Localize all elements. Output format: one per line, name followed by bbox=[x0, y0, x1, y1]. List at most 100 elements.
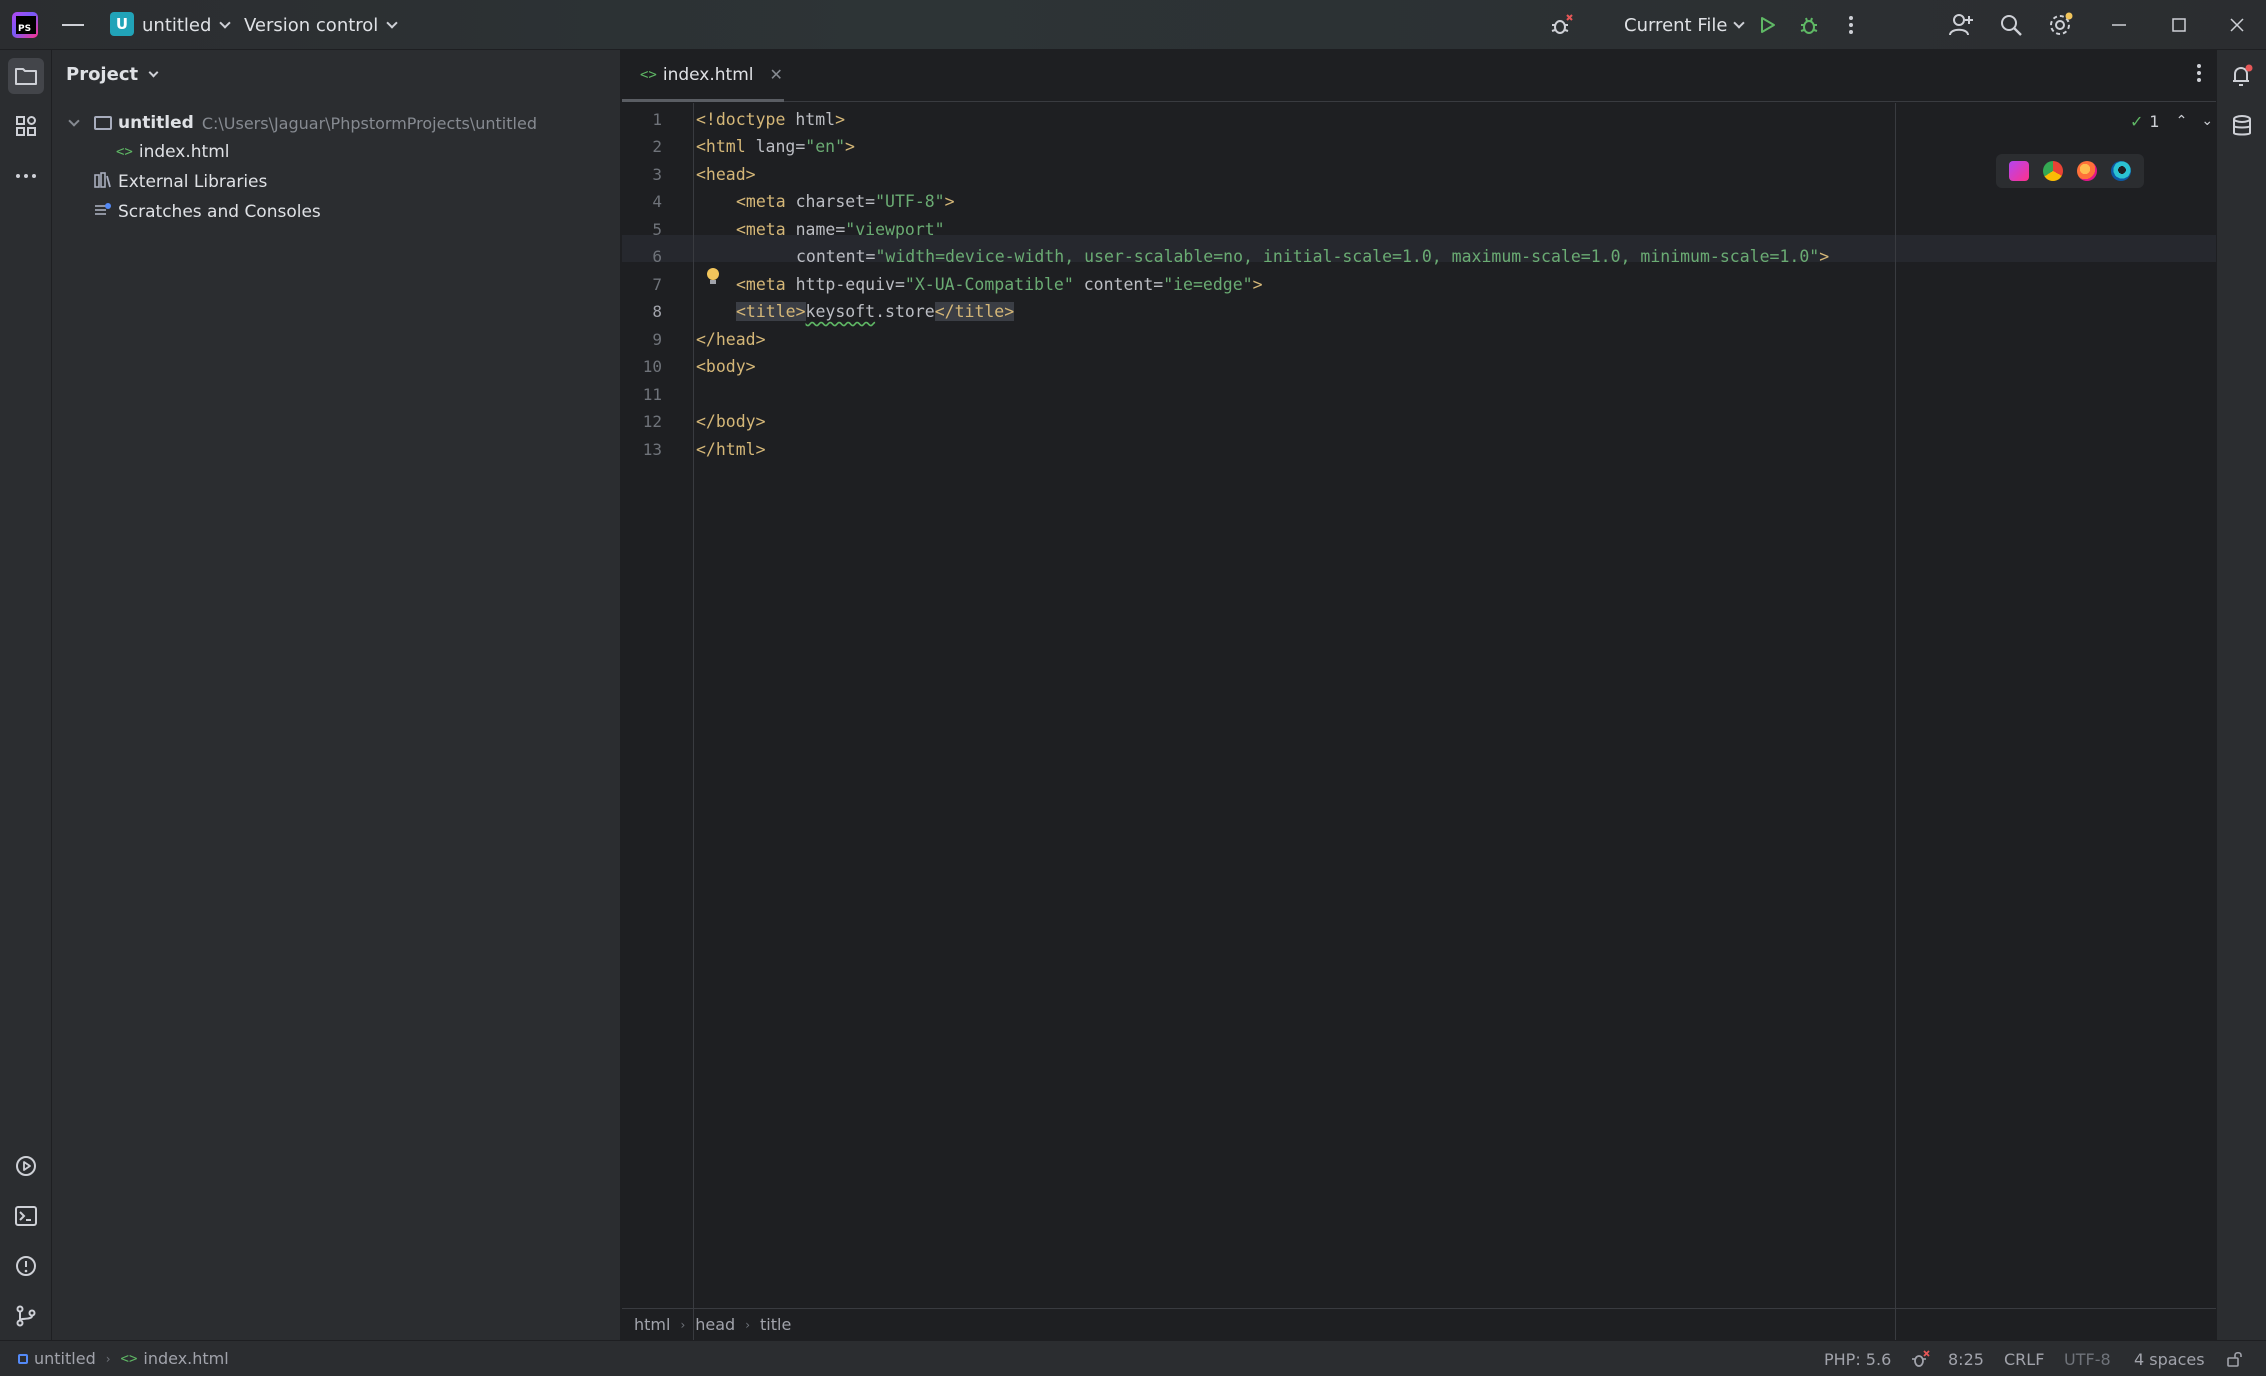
right-tool-strip bbox=[2216, 50, 2266, 1340]
maximize-icon[interactable] bbox=[2166, 12, 2192, 38]
code-line-3: <head> bbox=[696, 165, 756, 184]
html-file-icon: <> bbox=[116, 144, 133, 160]
code-editor[interactable]: <!doctype html> <html lang="en"> <head> … bbox=[696, 103, 2216, 1360]
git-tool-icon[interactable] bbox=[8, 1298, 44, 1334]
project-switcher[interactable]: untitled bbox=[142, 0, 232, 50]
debug-status-icon[interactable] bbox=[1910, 1341, 1930, 1376]
editor-tab-bar: <> index.html ✕ bbox=[622, 50, 2216, 102]
line-number-gutter[interactable]: 1 2 3 4 5 6 7 8 9 10 11 12 13 bbox=[622, 103, 694, 1360]
status-path-project[interactable]: untitled bbox=[34, 1349, 96, 1368]
chevron-up-icon[interactable]: ⌃ bbox=[2176, 113, 2188, 129]
tree-item-label: Scratches and Consoles bbox=[118, 202, 321, 222]
debug-icon[interactable] bbox=[1796, 12, 1822, 38]
code-line-7: <meta http-equiv="X-UA-Compatible" conte… bbox=[736, 275, 1263, 294]
line-number: 10 bbox=[642, 357, 662, 376]
browser-preview-bar bbox=[1996, 154, 2144, 188]
editor-area: <> index.html ✕ 1 2 3 4 5 6 7 8 9 10 11 … bbox=[622, 50, 2216, 1360]
project-panel-header[interactable]: Project bbox=[66, 64, 159, 85]
line-number: 13 bbox=[642, 440, 662, 459]
file-encoding[interactable]: UTF-8 bbox=[2064, 1341, 2111, 1376]
run-icon[interactable] bbox=[1754, 12, 1780, 38]
add-user-icon[interactable] bbox=[1948, 12, 1974, 38]
more-tools-icon[interactable] bbox=[8, 158, 44, 194]
tree-item-label: index.html bbox=[138, 142, 230, 162]
project-panel: Project untitled C:\Users\Jaguar\Phpstor… bbox=[52, 50, 621, 1340]
main-menu-icon[interactable] bbox=[62, 14, 84, 36]
php-version[interactable]: PHP: 5.6 bbox=[1824, 1341, 1891, 1376]
structure-tool-icon[interactable] bbox=[8, 108, 44, 144]
library-icon bbox=[94, 172, 112, 192]
debug-bug-icon[interactable] bbox=[1548, 12, 1574, 38]
tree-item-label: untitled bbox=[118, 113, 194, 133]
vcs-label: Version control bbox=[244, 14, 379, 36]
project-badge[interactable]: U bbox=[110, 12, 134, 36]
minimize-icon[interactable] bbox=[2106, 12, 2132, 38]
code-line-1: <!doctype html> bbox=[696, 110, 846, 129]
tab-label: index.html bbox=[662, 64, 754, 85]
html-file-icon: <> bbox=[120, 1350, 138, 1367]
terminal-tool-icon[interactable] bbox=[8, 1198, 44, 1234]
chevron-down-icon bbox=[219, 16, 232, 29]
tab-options-more-icon[interactable] bbox=[2196, 62, 2202, 90]
status-bar: untitled › <> index.html PHP: 5.6 8:25 C… bbox=[0, 1340, 2266, 1376]
inspection-widget[interactable]: ✓ 1 ⌃ ⌄ bbox=[2130, 106, 2213, 136]
chevron-down-icon[interactable] bbox=[68, 114, 80, 127]
line-number: 11 bbox=[642, 385, 662, 404]
chevron-right-icon: › bbox=[680, 1317, 686, 1332]
search-icon[interactable] bbox=[1998, 12, 2024, 38]
line-separator[interactable]: CRLF bbox=[2004, 1341, 2044, 1376]
chevron-right-icon: › bbox=[105, 1351, 111, 1366]
chevron-right-icon: › bbox=[745, 1317, 751, 1332]
project-tool-folder-icon[interactable] bbox=[8, 58, 44, 94]
edge-icon[interactable] bbox=[2111, 161, 2131, 181]
firefox-icon[interactable] bbox=[2077, 161, 2097, 181]
chevron-down-icon bbox=[386, 16, 398, 29]
problems-tool-icon[interactable] bbox=[8, 1248, 44, 1284]
chevron-down-icon[interactable]: ⌄ bbox=[2201, 113, 2213, 129]
phpstorm-preview-icon[interactable] bbox=[2009, 161, 2029, 181]
title-bar: U untitled Version control Current File bbox=[0, 0, 2266, 50]
tree-item-scratches[interactable]: Scratches and Consoles bbox=[94, 198, 321, 226]
close-icon[interactable] bbox=[2224, 12, 2250, 38]
code-line-10: <body> bbox=[696, 357, 756, 376]
tree-item-project-root[interactable]: untitled C:\Users\Jaguar\PhpstormProject… bbox=[68, 109, 537, 137]
inspection-count: 1 bbox=[2149, 111, 2160, 131]
more-vertical-icon[interactable] bbox=[1838, 12, 1864, 38]
chevron-down-icon bbox=[148, 67, 159, 77]
services-tool-icon[interactable] bbox=[8, 1148, 44, 1184]
breadcrumb-item[interactable]: title bbox=[760, 1315, 791, 1334]
close-tab-icon[interactable]: ✕ bbox=[770, 65, 783, 84]
line-number: 6 bbox=[652, 247, 662, 266]
notifications-bell-icon[interactable] bbox=[2224, 58, 2260, 94]
line-number: 5 bbox=[652, 220, 662, 239]
code-line-8: <title>keysoft.store</title> bbox=[736, 302, 1015, 321]
tab-index-html[interactable]: <> index.html ✕ bbox=[622, 50, 784, 102]
line-number-current: 8 bbox=[652, 302, 662, 321]
indent-setting[interactable]: 4 spaces bbox=[2134, 1341, 2205, 1376]
run-config-label: Current File bbox=[1624, 14, 1728, 36]
tree-item-label: External Libraries bbox=[118, 172, 268, 192]
line-number: 4 bbox=[652, 192, 662, 211]
code-line-12: </body> bbox=[696, 412, 766, 431]
settings-icon[interactable] bbox=[2048, 12, 2074, 38]
chrome-icon[interactable] bbox=[2043, 161, 2063, 181]
vcs-menu[interactable]: Version control bbox=[244, 0, 398, 50]
tree-item-path: C:\Users\Jaguar\PhpstormProjects\untitle… bbox=[201, 113, 537, 133]
project-module-icon bbox=[18, 1353, 28, 1364]
left-tool-strip bbox=[0, 50, 52, 1340]
line-number: 2 bbox=[652, 137, 662, 156]
tree-item-index-html[interactable]: <> index.html bbox=[116, 138, 230, 166]
tree-item-external-libraries[interactable]: External Libraries bbox=[94, 168, 267, 196]
breadcrumb-item[interactable]: head bbox=[695, 1315, 735, 1334]
run-config-selector[interactable]: Current File bbox=[1624, 0, 1746, 50]
breadcrumb-item[interactable]: html bbox=[634, 1315, 670, 1334]
caret-position[interactable]: 8:25 bbox=[1948, 1341, 1984, 1376]
status-path-file[interactable]: index.html bbox=[143, 1349, 228, 1368]
panel-title: Project bbox=[66, 64, 139, 85]
phpstorm-logo-icon[interactable] bbox=[12, 12, 38, 38]
code-line-9: </head> bbox=[696, 330, 766, 349]
read-only-lock-icon[interactable] bbox=[2226, 1341, 2244, 1376]
chevron-down-icon bbox=[1733, 16, 1746, 29]
line-number: 7 bbox=[652, 275, 662, 294]
database-tool-icon[interactable] bbox=[2224, 108, 2260, 144]
